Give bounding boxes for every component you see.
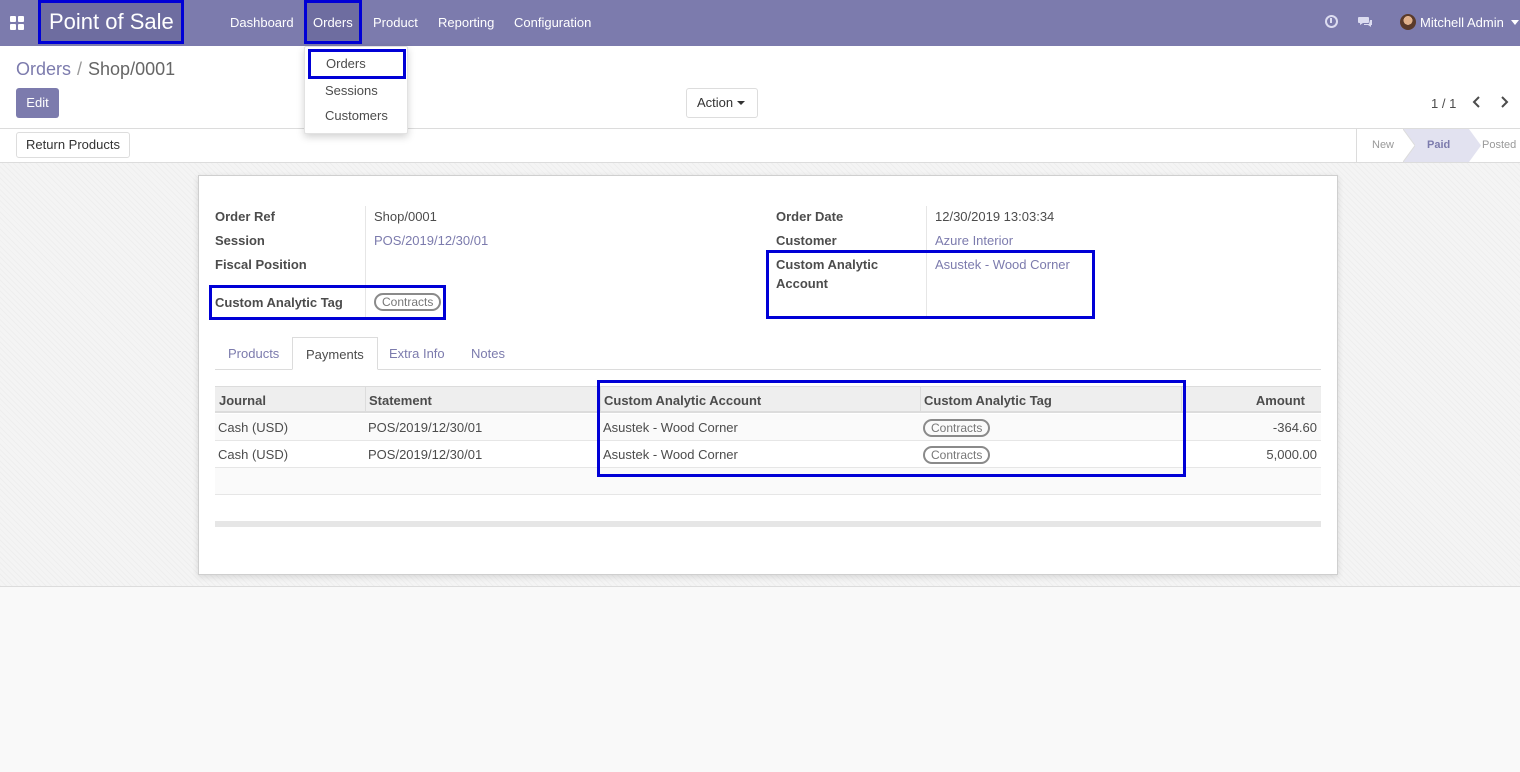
dropdown-item-customers[interactable]: Customers: [325, 108, 388, 123]
control-panel: Orders / Shop/0001 Edit Action 1 / 1: [0, 46, 1520, 129]
order-ref-value: Shop/0001: [374, 209, 437, 224]
app-title[interactable]: Point of Sale: [38, 0, 184, 44]
tab-products[interactable]: Products: [215, 337, 292, 370]
tab-extra-info[interactable]: Extra Info: [376, 337, 458, 370]
highlight-table-columns: [597, 380, 1186, 477]
form-sheet: Order Ref Shop/0001 Session POS/2019/12/…: [198, 175, 1338, 575]
menu-product[interactable]: Product: [373, 0, 418, 46]
cell-amount: -364.60: [1272, 420, 1317, 435]
breadcrumb-current: Shop/0001: [88, 59, 176, 79]
order-ref-label: Order Ref: [215, 209, 275, 224]
action-button[interactable]: Action: [686, 88, 758, 118]
status-divider: [1356, 129, 1357, 162]
apps-menu-icon[interactable]: [10, 16, 24, 30]
status-bar: Return Products New Paid Posted: [0, 129, 1520, 163]
page-bottom: [0, 588, 1520, 772]
cell-statement: POS/2019/12/30/01: [368, 447, 483, 462]
order-date-label: Order Date: [776, 209, 844, 224]
chevron-left-icon[interactable]: [1469, 94, 1485, 110]
stage-posted[interactable]: Posted: [1482, 129, 1516, 162]
cell-amount: 5,000.00: [1266, 447, 1317, 462]
caret-down-icon: [737, 101, 745, 105]
clock-icon[interactable]: [1325, 15, 1338, 28]
dropdown-item-sessions[interactable]: Sessions: [325, 83, 378, 98]
order-date-value: 12/30/2019 13:03:34: [935, 209, 1055, 224]
table-footer: [215, 521, 1321, 527]
cell-journal: Cash (USD): [218, 447, 289, 462]
session-label: Session: [215, 233, 265, 248]
col-journal[interactable]: Journal: [219, 393, 266, 408]
cell-statement: POS/2019/12/30/01: [368, 420, 483, 435]
menu-configuration[interactable]: Configuration: [514, 0, 591, 46]
highlight-analytic-tag: [209, 285, 446, 320]
stage-new[interactable]: New: [1372, 129, 1394, 162]
stage-arrow-left: [1403, 129, 1415, 162]
pager-value[interactable]: 1 / 1: [1431, 96, 1456, 111]
col-statement[interactable]: Statement: [369, 393, 432, 408]
menu-reporting[interactable]: Reporting: [438, 0, 494, 46]
orders-dropdown-menu: Orders Sessions Customers: [304, 46, 408, 134]
breadcrumb-separator: /: [77, 59, 83, 79]
col-separator: [365, 387, 366, 412]
breadcrumb: Orders / Shop/0001: [16, 59, 175, 80]
action-label: Action: [697, 95, 734, 110]
user-menu-caret-icon[interactable]: [1511, 20, 1519, 25]
tab-payments[interactable]: Payments: [292, 337, 378, 370]
col-amount[interactable]: Amount: [1256, 393, 1305, 408]
top-navbar: Point of Sale Dashboard Orders Product R…: [0, 0, 1520, 46]
menu-orders[interactable]: Orders: [304, 0, 362, 44]
chevron-right-icon[interactable]: [1496, 94, 1512, 110]
chat-icon[interactable]: [1358, 16, 1373, 28]
stage-arrow-right: [1469, 129, 1481, 162]
user-name[interactable]: Mitchell Admin: [1420, 15, 1504, 30]
session-link[interactable]: POS/2019/12/30/01: [374, 233, 488, 248]
breadcrumb-orders[interactable]: Orders: [16, 59, 71, 79]
avatar[interactable]: [1400, 14, 1416, 30]
menu-dashboard[interactable]: Dashboard: [230, 0, 294, 46]
cell-journal: Cash (USD): [218, 420, 289, 435]
table-row-empty: [215, 495, 1321, 522]
return-products-button[interactable]: Return Products: [16, 132, 130, 158]
customer-label: Customer: [776, 233, 837, 248]
dropdown-item-orders[interactable]: Orders: [308, 49, 406, 79]
edit-button[interactable]: Edit: [16, 88, 59, 118]
fiscal-position-label: Fiscal Position: [215, 257, 307, 272]
customer-link[interactable]: Azure Interior: [935, 233, 1013, 248]
tab-notes[interactable]: Notes: [458, 337, 518, 370]
highlight-analytic-account: [766, 250, 1095, 319]
